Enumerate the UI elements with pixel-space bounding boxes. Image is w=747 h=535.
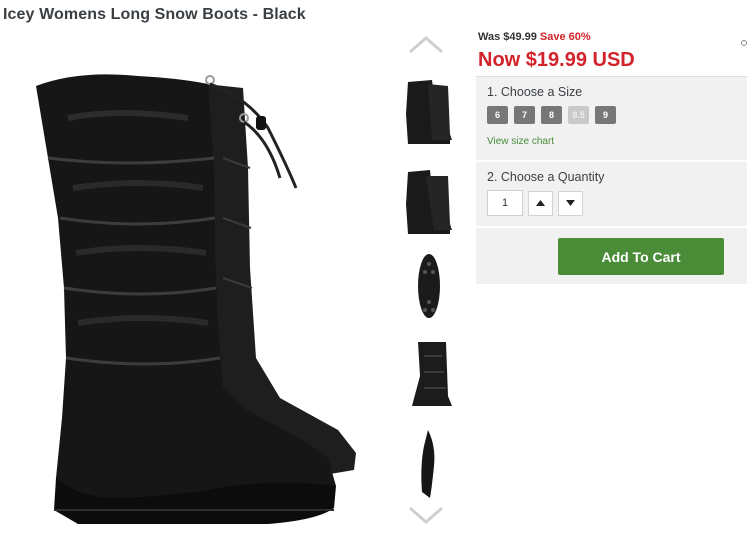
size-option-6[interactable]: 6	[487, 106, 508, 124]
chevron-down-icon[interactable]	[406, 504, 446, 528]
quantity-section: 2. Choose a Quantity	[476, 160, 747, 226]
save-percent: Save 60%	[539, 31, 591, 43]
size-option-8-5[interactable]: 8.5	[568, 106, 589, 124]
size-option-7[interactable]: 7	[514, 106, 535, 124]
edge-circle-icon	[741, 40, 747, 46]
quantity-input[interactable]	[487, 190, 523, 216]
main-product-image	[18, 58, 370, 528]
triangle-down-icon	[566, 200, 575, 206]
size-section: 1. Choose a Size 6 7 8 8.5 9 View size c…	[476, 76, 747, 160]
thumbnail-top[interactable]	[402, 426, 456, 502]
product-title: Icey Womens Long Snow Boots - Black	[3, 6, 306, 23]
chevron-up-icon[interactable]	[406, 32, 446, 56]
size-step-label: 1. Choose a Size	[487, 85, 583, 99]
size-options: 6 7 8 8.5 9	[487, 106, 737, 124]
was-price-line: Was $49.99 Save 60%	[476, 30, 747, 44]
add-to-cart-button[interactable]: Add To Cart	[558, 238, 724, 275]
quantity-step-label: 2. Choose a Quantity	[487, 170, 605, 184]
size-option-8[interactable]: 8	[541, 106, 562, 124]
thumbnail-strip	[402, 30, 458, 530]
was-price: Was $49.99	[478, 31, 537, 43]
thumbnail-front[interactable]	[402, 74, 456, 150]
view-size-chart-link[interactable]: View size chart	[487, 136, 737, 147]
quantity-increase-button[interactable]	[528, 190, 553, 216]
cart-section: Add To Cart	[476, 226, 747, 284]
thumbnail-sole[interactable]	[402, 250, 456, 326]
size-option-9[interactable]: 9	[595, 106, 616, 124]
quantity-stepper	[487, 190, 737, 216]
thumbnail-pair[interactable]	[402, 164, 456, 240]
triangle-up-icon	[536, 200, 545, 206]
now-price: Now $19.99 USD	[478, 49, 635, 71]
quantity-decrease-button[interactable]	[558, 190, 583, 216]
thumbnail-side[interactable]	[402, 336, 456, 412]
purchase-panel: Was $49.99 Save 60% Now $19.99 USD 1. Cho…	[476, 30, 747, 284]
